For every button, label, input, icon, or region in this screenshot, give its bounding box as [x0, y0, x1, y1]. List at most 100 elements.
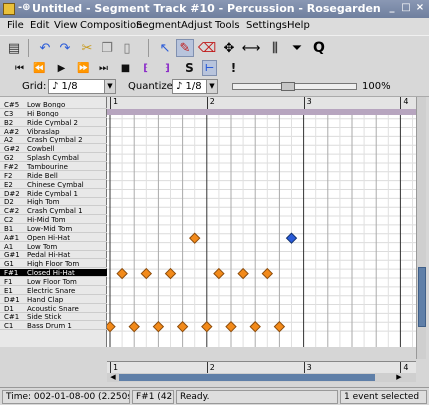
minimize-icon[interactable]: _ [386, 2, 398, 15]
bottom-bar-ruler[interactable]: 1 2 3 4 [107, 361, 416, 374]
fast-forward-to-end-icon[interactable]: ⏭ [96, 60, 111, 76]
key-row[interactable]: G#1 Pedal Hi-Hat [0, 251, 107, 260]
menu-edit[interactable]: Edit [30, 20, 49, 31]
fast-forward-icon[interactable]: ⏩ [76, 60, 91, 76]
matrix-grid-canvas[interactable] [104, 115, 416, 347]
note-event[interactable] [176, 320, 189, 333]
bar-tick [110, 97, 111, 109]
filter-icon[interactable]: ⏷ [288, 39, 306, 57]
note-event[interactable] [225, 320, 237, 333]
percussion-keys-panel[interactable]: C#5 Low Bongo C3 Hi Bongo B2 Ride Cymbal 2 A#2… [0, 97, 107, 347]
key-row[interactable]: F1 Low Floor Tom [0, 278, 107, 286]
note-event[interactable] [116, 267, 128, 280]
loop-end-icon[interactable]: ⁆ [160, 60, 175, 76]
note-event[interactable] [249, 320, 261, 333]
move-icon[interactable]: ✥ [220, 39, 238, 57]
grid-select[interactable]: ♪ 1/8 ▼ [48, 79, 116, 94]
scroll-follow-icon[interactable]: ⊢ [202, 60, 217, 76]
note-event[interactable] [152, 320, 165, 333]
play-icon[interactable]: ▶ [54, 60, 69, 76]
redo-icon[interactable]: ↷ [56, 39, 74, 57]
scroll-right-icon[interactable]: ▶ [395, 373, 403, 381]
zoom-slider[interactable] [232, 82, 357, 91]
horizontal-scrollbar-thumb[interactable] [119, 374, 375, 381]
scroll-left-icon[interactable]: ◀ [109, 373, 117, 381]
key-row[interactable]: C2 Hi-Mid Tom [0, 216, 107, 225]
key-instrument-name: Crash Cymbal 2 [27, 136, 83, 145]
rewind-to-start-icon[interactable]: ⏮ [12, 60, 27, 76]
resize-icon[interactable]: ⟷ [242, 39, 261, 57]
note-event[interactable] [104, 320, 116, 333]
loop-start-icon[interactable]: ⁅ [138, 60, 153, 76]
key-row[interactable]: D#1 Hand Clap [0, 296, 107, 304]
menu-help[interactable]: Help [287, 20, 310, 31]
key-row[interactable]: C#2 Crash Cymbal 1 [0, 207, 107, 216]
key-row[interactable]: F#2 Tambourine [0, 163, 107, 171]
solo-icon[interactable]: S [182, 60, 197, 76]
key-row[interactable]: B2 Ride Cymbal 2 [0, 119, 107, 127]
key-row[interactable]: C1 Bass Drum 1 [0, 322, 107, 331]
key-row[interactable]: A#2 Vibraslap [0, 128, 107, 136]
key-row[interactable]: A2 Crash Cymbal 2 [0, 136, 107, 145]
note-event[interactable] [273, 320, 286, 333]
key-row[interactable]: D1 Acoustic Snare [0, 305, 107, 313]
quantize-icon[interactable]: Q [310, 39, 328, 57]
quantize-select[interactable]: ♪ 1/8 ▼ [172, 79, 218, 94]
erase-icon[interactable]: ⌫ [198, 39, 216, 57]
key-row[interactable]: F2 Ride Bell [0, 172, 107, 180]
note-event[interactable] [164, 267, 177, 280]
rosegarden-app-icon[interactable] [3, 3, 15, 15]
menu-view[interactable]: View [54, 20, 78, 31]
paste-icon[interactable]: ▯ [118, 39, 136, 57]
stop-icon[interactable]: ■ [118, 60, 133, 76]
zoom-slider-handle[interactable] [281, 82, 295, 91]
rewind-icon[interactable]: ⏪ [32, 60, 47, 76]
draw-pencil-icon[interactable]: ✎ [176, 39, 194, 57]
menu-composition[interactable]: Composition [80, 20, 142, 31]
menu-tools[interactable]: Tools [215, 20, 240, 31]
bar-number: 4 [403, 363, 409, 372]
key-row[interactable]: D#2 Ride Cymbal 1 [0, 190, 107, 198]
copy-icon[interactable]: ❐ [98, 39, 116, 57]
note-event-selected[interactable] [285, 232, 298, 244]
save-icon[interactable]: ▤ [5, 39, 23, 57]
key-row[interactable]: G1 High Floor Tom [0, 260, 107, 269]
key-row[interactable]: F#1 Closed Hi-Hat [0, 269, 107, 278]
key-row[interactable]: C#5 Low Bongo [0, 101, 107, 109]
key-row[interactable]: C3 Hi Bongo [0, 110, 107, 118]
key-row[interactable]: E1 Electric Snare [0, 287, 107, 295]
split-icon[interactable]: ⫼ [266, 39, 284, 57]
note-event[interactable] [128, 320, 140, 333]
main-toolbar: ▤ ↶ ↷ ✂ ❐ ▯ ↖ ✎ ⌫ ✥ ⟷ ⫼ ⏷ Q [0, 35, 429, 59]
horizontal-scrollbar[interactable]: ◀ ▶ [107, 373, 416, 382]
vertical-scrollbar-thumb[interactable] [418, 267, 426, 327]
select-icon[interactable]: ↖ [156, 39, 174, 57]
key-row[interactable]: G#2 Cowbell [0, 145, 107, 154]
key-row[interactable]: A#1 Open Hi-Hat [0, 234, 107, 242]
matrix-grid[interactable] [104, 115, 416, 347]
key-pitch: D#2 [4, 189, 20, 198]
pin-icon[interactable]: -⊕ [18, 2, 31, 13]
menu-adjust[interactable]: Adjust [181, 20, 212, 31]
note-event[interactable] [237, 267, 249, 280]
note-event[interactable] [188, 232, 201, 244]
note-event[interactable] [213, 267, 225, 280]
key-row[interactable]: C#1 Side Stick [0, 313, 107, 322]
key-row[interactable]: B1 Low-Mid Tom [0, 225, 107, 233]
vertical-scrollbar[interactable] [416, 97, 426, 359]
key-row[interactable]: D2 High Tom [0, 198, 107, 207]
maximize-icon[interactable]: □ [400, 2, 412, 15]
undo-icon[interactable]: ↶ [36, 39, 54, 57]
menu-file[interactable]: File [7, 20, 24, 31]
panic-icon[interactable]: ! [226, 60, 241, 76]
close-icon[interactable]: × [414, 2, 426, 15]
note-event[interactable] [261, 267, 274, 280]
cut-icon[interactable]: ✂ [78, 39, 96, 57]
key-row[interactable]: G2 Splash Cymbal [0, 154, 107, 163]
note-event[interactable] [201, 320, 213, 333]
key-row[interactable]: E2 Chinese Cymbal [0, 181, 107, 189]
menu-settings[interactable]: Settings [246, 20, 287, 31]
key-row[interactable]: A1 Low Tom [0, 243, 107, 251]
note-event[interactable] [140, 267, 153, 280]
menu-segment[interactable]: Segment [136, 20, 181, 31]
